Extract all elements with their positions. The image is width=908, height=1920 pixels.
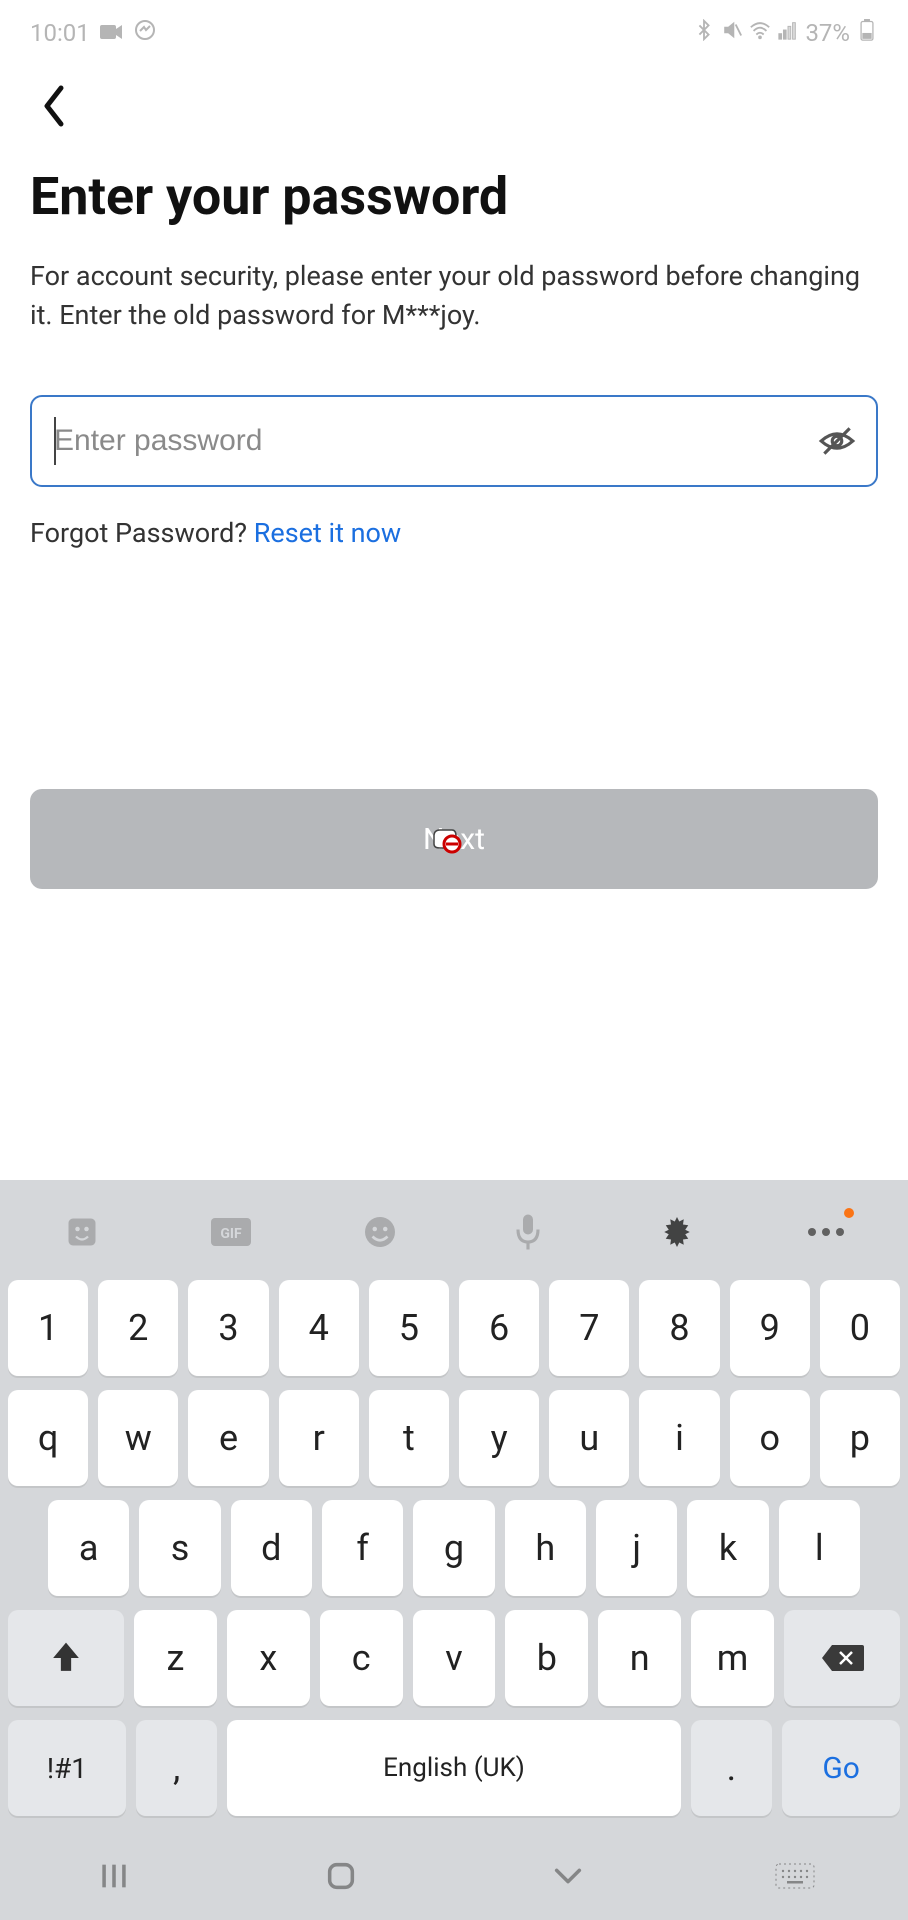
key-w[interactable]: w (98, 1390, 178, 1486)
key-6[interactable]: 6 (459, 1280, 539, 1376)
back-button[interactable] (30, 82, 78, 130)
bluetooth-icon (693, 19, 715, 47)
wifi-icon (749, 19, 771, 47)
content-area: Enter your password For account security… (0, 146, 908, 889)
key-symbols[interactable]: !#1 (8, 1720, 126, 1816)
svg-text:GIF: GIF (220, 1226, 242, 1242)
cursor-no-drop-icon (430, 822, 464, 856)
key-4[interactable]: 4 (279, 1280, 359, 1376)
key-y[interactable]: y (459, 1390, 539, 1486)
nav-back[interactable] (547, 1855, 589, 1897)
key-go[interactable]: Go (782, 1720, 900, 1816)
settings-icon[interactable] (647, 1202, 707, 1262)
sticker-icon[interactable] (52, 1202, 112, 1262)
next-button[interactable]: Next (30, 789, 878, 889)
key-2[interactable]: 2 (98, 1280, 178, 1376)
nav-home[interactable] (320, 1855, 362, 1897)
system-nav-bar (0, 1832, 908, 1920)
signal-icon (777, 19, 799, 47)
key-9[interactable]: 9 (730, 1280, 810, 1376)
key-7[interactable]: 7 (549, 1280, 629, 1376)
toggle-visibility-button[interactable] (818, 397, 856, 485)
keyboard-toolbar: GIF (8, 1192, 900, 1272)
gif-icon[interactable]: GIF (201, 1202, 261, 1262)
status-bar: 10:01 37% (0, 0, 908, 66)
key-t[interactable]: t (369, 1390, 449, 1486)
key-k[interactable]: k (687, 1500, 768, 1596)
kb-row-4: z x c v b n m (8, 1610, 900, 1706)
key-backspace[interactable] (784, 1610, 900, 1706)
kb-row-5: !#1 , English (UK) . Go (8, 1720, 900, 1816)
page-subtitle: For account security, please enter your … (30, 257, 878, 335)
key-v[interactable]: v (413, 1610, 496, 1706)
key-q[interactable]: q (8, 1390, 88, 1486)
key-u[interactable]: u (549, 1390, 629, 1486)
key-p[interactable]: p (820, 1390, 900, 1486)
nav-keyboard-switch[interactable] (774, 1855, 816, 1897)
key-h[interactable]: h (505, 1500, 586, 1596)
messenger-icon (134, 19, 156, 47)
key-space[interactable]: English (UK) (227, 1720, 680, 1816)
mic-icon[interactable] (498, 1202, 558, 1262)
key-b[interactable]: b (505, 1610, 588, 1706)
key-3[interactable]: 3 (188, 1280, 268, 1376)
password-input[interactable] (54, 424, 796, 458)
password-field-container[interactable] (30, 395, 878, 487)
key-0[interactable]: 0 (820, 1280, 900, 1376)
mute-icon (721, 19, 743, 47)
key-n[interactable]: n (598, 1610, 681, 1706)
emoji-icon[interactable] (350, 1202, 410, 1262)
forgot-password-label: Forgot Password? (30, 517, 254, 549)
key-8[interactable]: 8 (639, 1280, 719, 1376)
key-z[interactable]: z (134, 1610, 217, 1706)
more-icon[interactable] (796, 1202, 856, 1262)
key-5[interactable]: 5 (369, 1280, 449, 1376)
key-x[interactable]: x (227, 1610, 310, 1706)
kb-row-1: 1 2 3 4 5 6 7 8 9 0 (8, 1280, 900, 1376)
kb-row-2: q w e r t y u i o p (8, 1390, 900, 1486)
key-o[interactable]: o (730, 1390, 810, 1486)
nav-recents[interactable] (93, 1855, 135, 1897)
key-i[interactable]: i (639, 1390, 719, 1486)
key-j[interactable]: j (596, 1500, 677, 1596)
top-bar (0, 66, 908, 146)
key-r[interactable]: r (279, 1390, 359, 1486)
key-f[interactable]: f (322, 1500, 403, 1596)
key-c[interactable]: c (320, 1610, 403, 1706)
battery-icon (856, 19, 878, 47)
key-a[interactable]: a (48, 1500, 129, 1596)
key-shift[interactable] (8, 1610, 124, 1706)
key-g[interactable]: g (413, 1500, 494, 1596)
soft-keyboard: GIF 1 2 3 4 5 6 7 8 9 0 q w e r (0, 1180, 908, 1920)
key-s[interactable]: s (139, 1500, 220, 1596)
status-time: 10:01 (30, 19, 90, 47)
text-cursor (54, 417, 56, 465)
key-l[interactable]: l (779, 1500, 860, 1596)
key-d[interactable]: d (231, 1500, 312, 1596)
key-comma[interactable]: , (136, 1720, 218, 1816)
key-e[interactable]: e (188, 1390, 268, 1486)
reset-password-link[interactable]: Reset it now (254, 517, 401, 549)
camera-icon (100, 19, 124, 47)
key-period[interactable]: . (691, 1720, 773, 1816)
battery-percent: 37% (805, 19, 850, 47)
key-m[interactable]: m (691, 1610, 774, 1706)
kb-row-3: a s d f g h j k l (8, 1500, 900, 1596)
forgot-password-row: Forgot Password? Reset it now (30, 517, 878, 549)
page-title: Enter your password (30, 166, 878, 227)
key-1[interactable]: 1 (8, 1280, 88, 1376)
